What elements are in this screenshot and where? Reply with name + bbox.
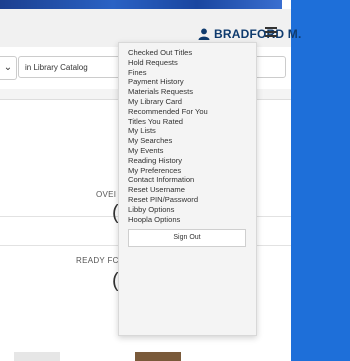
person-icon [198, 28, 210, 40]
cover-thumbnail[interactable] [14, 352, 60, 361]
account-dropdown-menu: Checked Out Titles Hold Requests Fines P… [118, 42, 257, 336]
user-account-button[interactable]: BRADFORD M. [198, 25, 302, 43]
menu-item-titles-you-rated[interactable]: Titles You Rated [119, 117, 256, 127]
chevron-down-icon[interactable]: ⌄ [0, 56, 17, 80]
menu-item-contact-information[interactable]: Contact Information [119, 175, 256, 185]
header-banner [0, 0, 282, 9]
account-menu-list: Checked Out Titles Hold Requests Fines P… [119, 48, 256, 224]
menu-item-payment-history[interactable]: Payment History [119, 77, 256, 87]
menu-item-my-events[interactable]: My Events [119, 146, 256, 156]
menu-item-my-library-card[interactable]: My Library Card [119, 97, 256, 107]
menu-item-reset-username[interactable]: Reset Username [119, 185, 256, 195]
menu-item-my-preferences[interactable]: My Preferences [119, 166, 256, 176]
ready-label: READY FC [76, 256, 119, 265]
menu-item-fines[interactable]: Fines [119, 68, 256, 78]
menu-item-hold-requests[interactable]: Hold Requests [119, 58, 256, 68]
menu-item-reading-history[interactable]: Reading History [119, 156, 256, 166]
menu-item-libby-options[interactable]: Libby Options [119, 205, 256, 215]
menu-item-hoopla-options[interactable]: Hoopla Options [119, 215, 256, 225]
menu-item-checked-out-titles[interactable]: Checked Out Titles [119, 48, 256, 58]
cover-thumbnail[interactable] [135, 352, 181, 361]
sign-out-button[interactable]: Sign Out [128, 229, 246, 248]
menu-item-my-searches[interactable]: My Searches [119, 136, 256, 146]
hamburger-icon[interactable] [265, 27, 277, 37]
overdue-label: OVEI [96, 190, 117, 199]
menu-item-reset-pin-password[interactable]: Reset PIN/Password [119, 195, 256, 205]
menu-item-materials-requests[interactable]: Materials Requests [119, 87, 256, 97]
menu-item-my-lists[interactable]: My Lists [119, 126, 256, 136]
menu-item-recommended-for-you[interactable]: Recommended For You [119, 107, 256, 117]
side-panel [291, 0, 350, 361]
user-name: BRADFORD M. [214, 27, 302, 41]
